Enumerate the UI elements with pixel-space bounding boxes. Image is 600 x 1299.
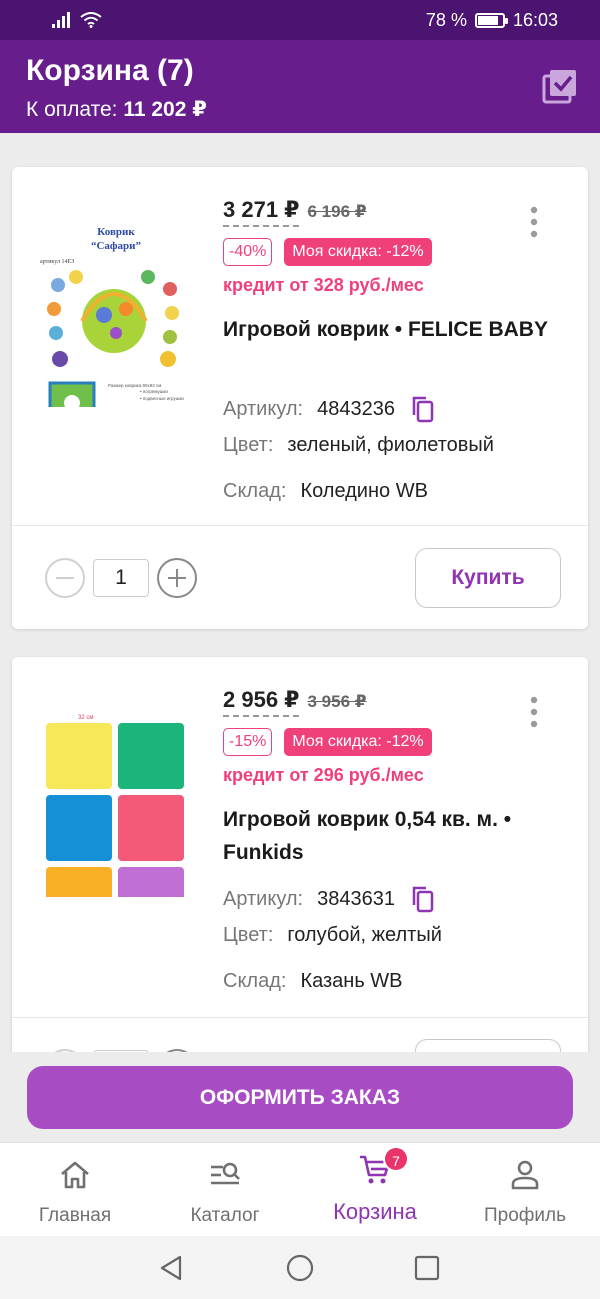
tile	[118, 795, 184, 861]
page-title: Корзина (7)	[26, 54, 194, 87]
nav-home[interactable]: Главная	[0, 1143, 150, 1236]
tile	[118, 723, 184, 789]
article-label: Артикул:	[223, 397, 304, 420]
svg-text:• подвесные игрушки: • подвесные игрушки	[140, 396, 184, 401]
wifi-icon	[80, 12, 102, 28]
recents-icon[interactable]	[414, 1255, 440, 1281]
cart-count-badge: 7	[383, 1146, 409, 1172]
nav-profile[interactable]: Профиль	[450, 1143, 600, 1236]
plus-icon[interactable]	[157, 558, 197, 598]
product-image[interactable]: Коврик “Сафари” артикул 14ЕЗ Размер ковр…	[36, 197, 206, 407]
stock-label: Склад:	[223, 480, 287, 502]
discount-badges: -40% Моя скидка: -12%	[223, 238, 432, 266]
more-vert-icon[interactable]	[526, 695, 542, 729]
select-all-icon[interactable]	[540, 66, 580, 106]
cart-header: Корзина (7) К оплате: 11 202 ₽	[0, 40, 600, 133]
article-value: 3843631	[317, 887, 395, 910]
article-value: 4843236	[317, 397, 395, 420]
image-title-1: Коврик	[97, 226, 135, 238]
home-circle-icon[interactable]	[286, 1254, 314, 1282]
article-row: Артикул: 4843236	[223, 395, 435, 423]
image-dimension: 32 см	[78, 715, 93, 721]
clock: 16:03	[512, 10, 558, 30]
catalog-search-icon	[211, 1162, 240, 1185]
copy-icon[interactable]	[409, 885, 435, 913]
color-row: Цвет: голубой, желтый	[223, 924, 442, 947]
nav-cart[interactable]: Корзина	[300, 1143, 450, 1236]
old-price: 3 956 ₽	[307, 692, 367, 711]
color-value: зеленый, фиолетовый	[287, 434, 494, 456]
cart-item: Коврик “Сафари” артикул 14ЕЗ Размер ковр…	[12, 167, 588, 629]
divider	[12, 525, 588, 526]
old-price: 6 196 ₽	[307, 202, 367, 221]
cart-item: 32 см 2 956 ₽ 3 956 ₽ -15% Моя скидка: -…	[12, 657, 588, 1097]
nav-catalog[interactable]: Каталог	[150, 1143, 300, 1236]
price[interactable]: 3 271 ₽	[223, 197, 300, 227]
buy-button[interactable]: Купить	[415, 548, 561, 608]
nav-catalog-label: Каталог	[190, 1205, 260, 1226]
quantity-stepper: 1	[45, 558, 197, 598]
tile	[46, 795, 112, 861]
article-label: Артикул:	[223, 887, 304, 910]
stock-row: Склад: Казань WB	[223, 970, 403, 993]
my-discount-badge[interactable]: Моя скидка: -12%	[284, 728, 432, 756]
color-label: Цвет:	[223, 434, 274, 456]
stock-row: Склад: Коледино WB	[223, 480, 428, 503]
article-row: Артикул: 3843631	[223, 885, 435, 913]
discount-badges: -15% Моя скидка: -12%	[223, 728, 432, 756]
signal-icon	[52, 12, 70, 28]
checkout-bar: ОФОРМИТЬ ЗАКАЗ	[0, 1052, 600, 1142]
battery-percent: 78 %	[425, 10, 467, 30]
image-title-2: “Сафари”	[91, 240, 141, 252]
pay-amount: 11 202 ₽	[123, 98, 207, 121]
credit-offer[interactable]: кредит от 328 руб./мес	[223, 275, 424, 296]
color-row: Цвет: зеленый, фиолетовый	[223, 434, 494, 457]
bottom-nav: Главная Каталог Корзина Профиль	[0, 1142, 600, 1236]
stock-value: Коледино WB	[300, 480, 428, 502]
battery-icon	[474, 13, 508, 28]
profile-icon	[511, 1160, 539, 1190]
my-discount-badge[interactable]: Моя скидка: -12%	[284, 238, 432, 266]
nav-profile-label: Профиль	[483, 1205, 567, 1226]
svg-text:• погремушки: • погремушки	[140, 389, 168, 394]
tile	[46, 867, 112, 897]
discount-badge: -40%	[223, 238, 273, 266]
svg-text:Размер коврика 90х92 см: Размер коврика 90х92 см	[108, 383, 161, 388]
tile	[118, 867, 184, 897]
total-to-pay: К оплате: 11 202 ₽	[26, 97, 207, 122]
copy-icon[interactable]	[409, 395, 435, 423]
quantity-input[interactable]: 1	[93, 559, 149, 597]
minus-icon[interactable]	[45, 558, 85, 598]
divider	[12, 1017, 588, 1018]
pay-label: К оплате:	[26, 98, 118, 121]
stock-value: Казань WB	[300, 970, 403, 992]
home-icon	[61, 1161, 89, 1189]
product-name[interactable]: Игровой коврик 0,54 кв. м. • Funkids	[223, 803, 553, 869]
tile	[46, 723, 112, 789]
color-value: голубой, желтый	[287, 924, 442, 946]
price-row: 3 271 ₽ 6 196 ₽	[223, 197, 367, 227]
stock-label: Склад:	[223, 970, 287, 992]
price-row: 2 956 ₽ 3 956 ₽	[223, 687, 367, 717]
discount-badge: -15%	[223, 728, 273, 756]
product-image[interactable]: 32 см	[36, 687, 206, 897]
image-article: артикул 14ЕЗ	[40, 259, 74, 265]
status-bar: 78 % 16:03	[0, 0, 600, 40]
color-label: Цвет:	[223, 924, 274, 946]
product-name[interactable]: Игровой коврик • FELICE BABY	[223, 313, 553, 346]
credit-offer[interactable]: кредит от 296 руб./мес	[223, 765, 424, 786]
nav-home-label: Главная	[38, 1205, 112, 1226]
more-vert-icon[interactable]	[526, 205, 542, 239]
checkout-button[interactable]: ОФОРМИТЬ ЗАКАЗ	[27, 1066, 573, 1129]
price[interactable]: 2 956 ₽	[223, 687, 300, 717]
signal-icons	[52, 12, 102, 28]
back-icon[interactable]	[158, 1254, 184, 1282]
nav-cart-label: Корзина	[333, 1199, 417, 1224]
system-nav	[0, 1236, 600, 1299]
